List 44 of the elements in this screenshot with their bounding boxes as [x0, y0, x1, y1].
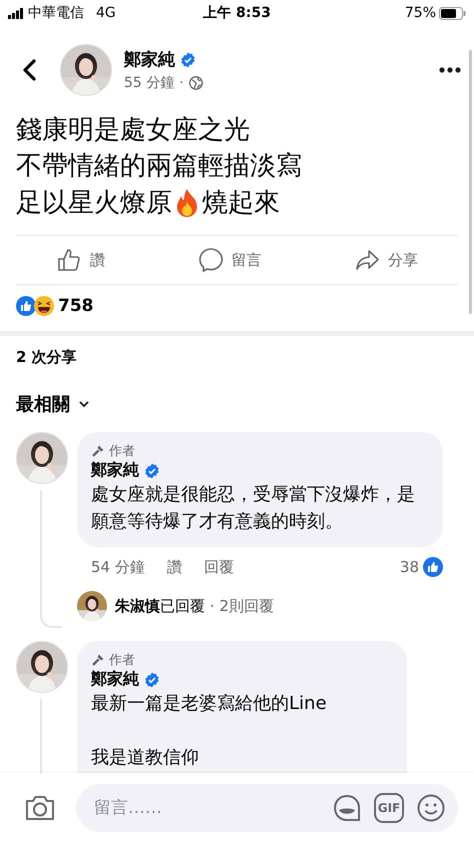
post-time: 55 分鐘 — [124, 74, 174, 92]
comment-text: 處女座就是很能忍，受辱當下沒爆炸，是願意等待爆了才有意義的時刻。 — [91, 483, 416, 534]
post-text: 足以星火燎原 — [16, 186, 172, 220]
speech-bubble-icon — [198, 247, 224, 274]
sticker-icon[interactable] — [332, 793, 362, 823]
camera-icon[interactable] — [24, 794, 56, 822]
replies-summary[interactable]: 朱淑慎已回覆 · 2則回覆 — [115, 596, 274, 616]
share-count[interactable]: 2 次分享 — [16, 348, 77, 366]
reply-link[interactable]: 回覆 — [204, 558, 234, 577]
comment-time: 54 分鐘 — [91, 558, 145, 577]
like-reaction-icon — [16, 296, 36, 316]
like-count: 38 — [400, 558, 419, 576]
like-link[interactable]: 讚 — [166, 558, 182, 577]
author-label: 作者 — [109, 652, 135, 670]
fire-icon — [174, 188, 200, 218]
comment-field[interactable]: 留言…… GIF — [76, 784, 458, 832]
post-text: 燒起來 — [202, 186, 280, 220]
author-name[interactable]: 鄭家純 — [124, 48, 175, 71]
comment-author[interactable]: 鄭家純 — [91, 460, 139, 482]
separator-dot: · — [179, 75, 184, 91]
sort-dropdown[interactable]: 最相關 — [0, 378, 106, 424]
comment-button[interactable]: 留言 — [194, 243, 266, 278]
battery-icon — [439, 6, 466, 20]
like-button[interactable]: 讚 — [52, 243, 109, 278]
share-button[interactable]: 分享 — [350, 243, 422, 278]
thumbs-up-icon — [56, 247, 82, 274]
post-text: 錢康明是處女座之光 — [16, 114, 250, 147]
reaction-count[interactable]: 758 — [58, 296, 94, 316]
signal-icon — [8, 8, 24, 18]
battery-percent: 75% — [404, 5, 436, 21]
author-label: 作者 — [109, 443, 135, 460]
emoji-icon[interactable] — [416, 793, 446, 823]
carrier-name: 中華電信 — [28, 4, 84, 22]
more-icon[interactable] — [438, 66, 462, 74]
network-type: 4G — [96, 5, 116, 21]
comment-author[interactable]: 鄭家純 — [91, 669, 139, 690]
like-reaction-icon — [423, 557, 443, 578]
caret-icon — [78, 400, 90, 408]
clock-time: 上午 8:53 — [202, 4, 272, 22]
post-text: 不帶情緒的兩篇輕描淡寫 — [16, 150, 302, 184]
gif-button[interactable]: GIF — [374, 793, 404, 823]
globe-icon — [188, 76, 203, 90]
laughing-reaction-icon — [34, 296, 54, 316]
comment-text: 最新一篇是老婆寫給他的Line 我是道教信仰 — [91, 692, 328, 770]
